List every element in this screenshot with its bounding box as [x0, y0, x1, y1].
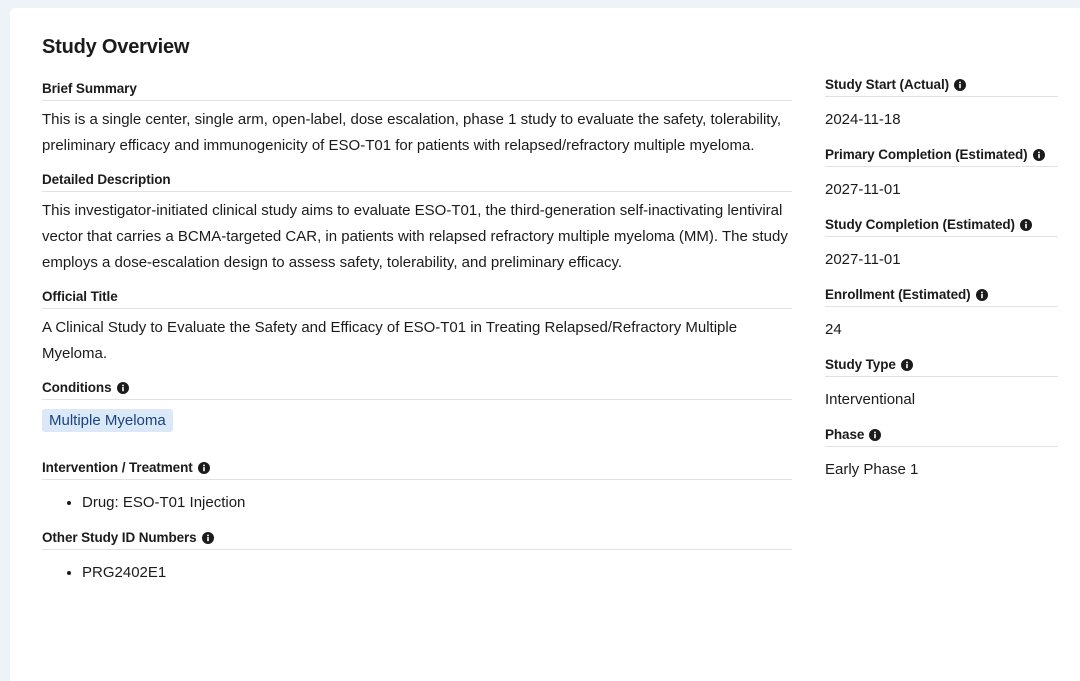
info-icon[interactable] [116, 381, 129, 394]
enrollment-label: Enrollment (Estimated) [825, 284, 1058, 307]
study-start-field: Study Start (Actual) 2024-11-18 [825, 74, 1058, 132]
info-icon[interactable] [1019, 218, 1032, 231]
info-icon[interactable] [954, 78, 967, 91]
info-icon[interactable] [900, 358, 913, 371]
detailed-description-text: This investigator-initiated clinical stu… [42, 202, 788, 271]
primary-completion-value: 2027-11-01 [825, 181, 901, 198]
info-icon[interactable] [869, 428, 882, 441]
phase-field: Phase Early Phase 1 [825, 424, 1058, 482]
official-title-section: Official Title A Clinical Study to Evalu… [42, 286, 792, 367]
intervention-list: Drug: ESO-T01 Injection [42, 491, 792, 515]
intervention-label: Intervention / Treatment [42, 457, 792, 480]
info-icon[interactable] [201, 531, 214, 544]
info-icon[interactable] [197, 461, 210, 474]
detailed-description-section: Detailed Description This investigator-i… [42, 169, 792, 276]
phase-value: Early Phase 1 [825, 461, 919, 478]
official-title-label: Official Title [42, 286, 792, 309]
study-overview-card: Study Overview Brief Summary This is a s… [10, 8, 1080, 681]
study-type-value: Interventional [825, 391, 916, 408]
brief-summary-text: This is a single center, single arm, ope… [42, 111, 782, 154]
info-icon[interactable] [975, 288, 988, 301]
info-icon[interactable] [1032, 148, 1045, 161]
condition-tag[interactable]: Multiple Myeloma [42, 409, 173, 432]
enrollment-value: 24 [825, 321, 842, 338]
page-title: Study Overview [42, 36, 190, 58]
study-type-field: Study Type Interventional [825, 354, 1058, 412]
official-title-text: A Clinical Study to Evaluate the Safety … [42, 319, 738, 362]
study-start-label: Study Start (Actual) [825, 74, 1058, 97]
list-item: PRG2402E1 [82, 561, 792, 585]
overview-side-column: Study Start (Actual) 2024-11-18 Primary … [825, 74, 1058, 482]
study-start-value: 2024-11-18 [825, 111, 901, 128]
brief-summary-section: Brief Summary This is a single center, s… [42, 78, 792, 159]
detailed-description-label: Detailed Description [42, 169, 792, 192]
study-completion-label: Study Completion (Estimated) [825, 214, 1058, 237]
primary-completion-label: Primary Completion (Estimated) [825, 144, 1058, 167]
study-type-label: Study Type [825, 354, 1058, 377]
enrollment-field: Enrollment (Estimated) 24 [825, 284, 1058, 342]
study-completion-field: Study Completion (Estimated) 2027-11-01 [825, 214, 1058, 272]
other-ids-list: PRG2402E1 [42, 561, 792, 585]
other-ids-section: Other Study ID Numbers PRG2402E1 [42, 527, 792, 585]
conditions-label: Conditions [42, 377, 792, 400]
intervention-section: Intervention / Treatment Drug: ESO-T01 I… [42, 457, 792, 515]
conditions-section: Conditions Multiple Myeloma [42, 377, 792, 432]
phase-label: Phase [825, 424, 1058, 447]
overview-main-column: Brief Summary This is a single center, s… [42, 78, 792, 585]
study-completion-value: 2027-11-01 [825, 251, 901, 268]
list-item: Drug: ESO-T01 Injection [82, 491, 792, 515]
primary-completion-field: Primary Completion (Estimated) 2027-11-0… [825, 144, 1058, 202]
other-ids-label: Other Study ID Numbers [42, 527, 792, 550]
brief-summary-label: Brief Summary [42, 78, 792, 101]
